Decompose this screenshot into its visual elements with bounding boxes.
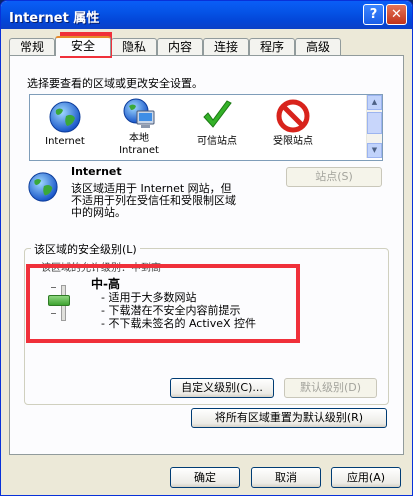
checkmark-icon	[203, 100, 232, 128]
tab-connections[interactable]: 连接	[203, 38, 249, 55]
scroll-up-icon[interactable]: ▲	[367, 95, 382, 110]
zone-trusted-sites[interactable]: 可信站点	[182, 95, 252, 159]
zone-list[interactable]: Internet 本地 Intranet 可信站点 受限站点 ▲ ▼	[29, 94, 383, 161]
zone-restricted-sites[interactable]: 受限站点	[258, 95, 328, 159]
zone-trusted-label: 可信站点	[197, 136, 237, 147]
selected-zone-name: Internet	[71, 165, 122, 178]
zone-local-intranet[interactable]: 本地 Intranet	[104, 95, 174, 159]
zone-intranet-label: 本地 Intranet	[119, 133, 159, 156]
selected-zone-globe-icon	[28, 172, 58, 202]
zone-instruction: 选择要查看的区域或更改安全设置。	[27, 77, 203, 90]
tab-content[interactable]: 内容	[157, 38, 203, 55]
scroll-thumb[interactable]	[367, 112, 382, 134]
forbidden-icon	[276, 99, 310, 133]
zone-internet[interactable]: Internet	[30, 95, 100, 159]
apply-button[interactable]: 应用(A)	[331, 467, 401, 488]
tab-advanced[interactable]: 高级	[295, 38, 341, 55]
help-button[interactable]: ?	[363, 4, 384, 25]
level-highlight-box	[26, 264, 300, 343]
tab-programs[interactable]: 程序	[249, 38, 295, 55]
scroll-down-icon[interactable]: ▼	[367, 143, 382, 158]
zone-list-scrollbar[interactable]: ▲ ▼	[366, 95, 382, 158]
ok-button[interactable]: 确定	[170, 467, 240, 488]
reset-all-zones-button[interactable]: 将所有区域重置为默认级别(R)	[191, 408, 387, 428]
sites-button[interactable]: 站点(S)	[286, 167, 382, 187]
internet-properties-window: Internet 属性 ? ✕ 常规 安全 隐私 内容 连接 程序 高级 选择要…	[0, 0, 413, 496]
zone-internet-label: Internet	[45, 136, 85, 147]
security-level-group-title: 该区域的安全级别(L)	[31, 241, 140, 257]
tab-general[interactable]: 常规	[9, 38, 55, 55]
custom-level-button[interactable]: 自定义级别(C)...	[170, 378, 274, 398]
default-level-button[interactable]: 默认级别(D)	[284, 378, 377, 398]
tab-security[interactable]: 安全	[55, 36, 111, 56]
tab-privacy[interactable]: 隐私	[111, 38, 157, 55]
selected-zone-description-3: 中的网站。	[71, 206, 126, 219]
title-bar[interactable]: Internet 属性 ? ✕	[1, 1, 412, 29]
computer-globe-icon	[123, 98, 155, 128]
cancel-button[interactable]: 取消	[251, 467, 321, 488]
globe-icon	[49, 101, 81, 133]
window-title: Internet 属性	[9, 11, 100, 26]
close-button[interactable]: ✕	[386, 4, 407, 25]
zone-restricted-label: 受限站点	[273, 136, 313, 147]
